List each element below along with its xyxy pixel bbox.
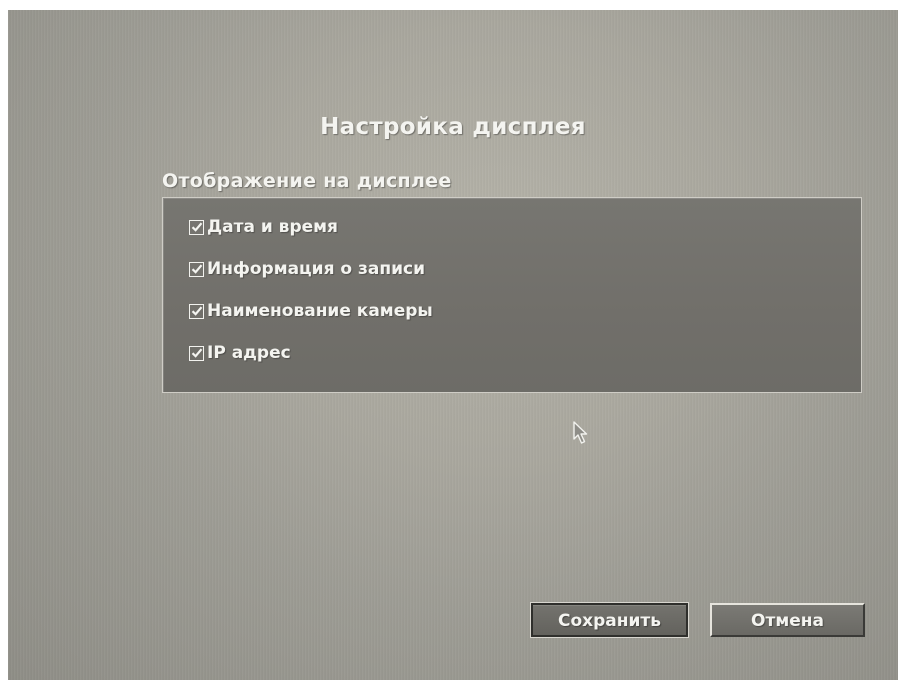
checkbox-checked-icon[interactable] [189, 261, 204, 277]
option-date-time[interactable]: Дата и время [189, 215, 338, 239]
section-label-display: Отображение на дисплее [162, 170, 452, 192]
option-record-info[interactable]: Информация о записи [189, 257, 425, 281]
checkbox-checked-icon[interactable] [189, 219, 204, 235]
cancel-button[interactable]: Отмена [710, 603, 865, 637]
option-label: Информация о записи [207, 259, 425, 279]
option-label: Дата и время [207, 217, 338, 237]
option-ip-address[interactable]: IP адрес [189, 341, 291, 365]
option-label: IP адрес [207, 343, 291, 363]
dialog-title: Настройка дисплея [320, 114, 586, 140]
option-camera-name[interactable]: Наименование камеры [189, 299, 433, 323]
mouse-pointer-icon [572, 420, 590, 451]
save-button[interactable]: Сохранить [531, 603, 688, 637]
checkbox-checked-icon[interactable] [189, 303, 204, 319]
checkbox-checked-icon[interactable] [189, 345, 204, 361]
display-options-panel: Дата и время Информация о записи Наимено… [162, 197, 862, 393]
option-label: Наименование камеры [207, 301, 433, 321]
